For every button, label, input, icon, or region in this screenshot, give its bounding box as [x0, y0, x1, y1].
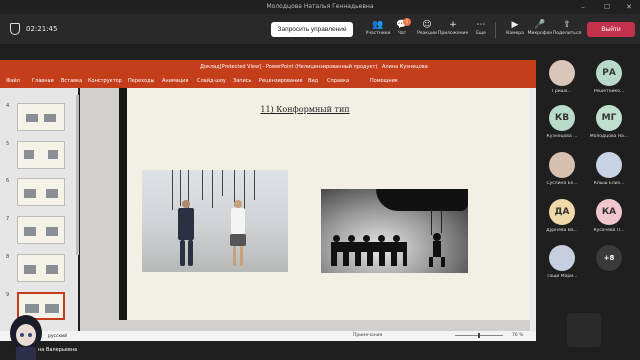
- toolbar-divider: [495, 22, 496, 38]
- window-titlebar: Молодцова Наталья Геннадьевна: [0, 0, 640, 14]
- ribbon-tab[interactable]: Конструктор: [88, 78, 122, 84]
- ribbon-tab[interactable]: Слайд-шоу: [197, 78, 226, 84]
- shield-icon: [10, 23, 20, 35]
- meeting-toolbar: 02:21:45 Запросить управление 👥 Участники…: [0, 14, 640, 44]
- ribbon-tab[interactable]: Рецензирование: [259, 78, 303, 84]
- document-title: Доклад[Protected View] - PowerPoint (Нел…: [200, 64, 378, 70]
- slide-thumbnail[interactable]: [17, 254, 65, 282]
- participant-name: Решетнико...: [593, 89, 625, 94]
- close-icon[interactable]: ✕: [618, 0, 640, 14]
- thumb-number: 4: [6, 103, 10, 109]
- ribbon-tab[interactable]: Главная: [32, 78, 54, 84]
- more-participants-button[interactable]: +8: [596, 245, 622, 271]
- ribbon-tab[interactable]: Помощник: [370, 78, 398, 84]
- microphone-button[interactable]: 🎤 Микрофон: [525, 19, 555, 36]
- participant-name: Тащи Мари...: [546, 274, 578, 279]
- minimize-icon[interactable]: –: [572, 0, 594, 14]
- chat-badge: 1: [403, 18, 411, 26]
- participant-name: Гриша...: [552, 89, 572, 94]
- microphone-icon: 🎤: [534, 20, 546, 30]
- ribbon-tab[interactable]: Справка: [327, 78, 349, 84]
- thumb-number: 6: [6, 178, 10, 184]
- ribbon-tab[interactable]: Переходы: [128, 78, 155, 84]
- powerpoint-titlebar: Доклад[Protected View] - PowerPoint (Нел…: [0, 60, 536, 74]
- slide-thumbnail[interactable]: [17, 178, 65, 206]
- participant-avatar[interactable]: [549, 60, 575, 86]
- maximize-icon[interactable]: ☐: [596, 0, 618, 14]
- meeting-timer: 02:21:45: [26, 25, 58, 33]
- slide-thumbnail[interactable]: [17, 216, 65, 244]
- leave-button[interactable]: Выйти: [587, 22, 635, 37]
- thumb-number: 7: [6, 216, 10, 222]
- more-icon: ⋯: [476, 20, 486, 30]
- more-button[interactable]: ⋯ Еще: [466, 19, 496, 36]
- ribbon-tab[interactable]: Анимация: [162, 78, 188, 84]
- participant-name: Суслина Ек...: [546, 181, 578, 186]
- participant-avatar[interactable]: МГ: [596, 105, 622, 131]
- ribbon-tab[interactable]: Файл: [6, 78, 20, 84]
- ribbon-tab[interactable]: Запись: [233, 78, 251, 84]
- slide-thumbnail[interactable]: [17, 141, 65, 169]
- participant-name: Кусачева П...: [593, 228, 625, 233]
- ribbon-tabs: Файл Главная Вставка Конструктор Переход…: [0, 74, 536, 88]
- participant-avatar[interactable]: КВ: [549, 105, 575, 131]
- self-view-video: [567, 313, 601, 347]
- participant-avatar[interactable]: РА: [596, 60, 622, 86]
- participant-name: Клыш Елиз...: [593, 181, 625, 186]
- participant-avatar[interactable]: ДА: [549, 199, 575, 225]
- zoom-slider-knob[interactable]: [478, 333, 480, 338]
- presenter-strip: [0, 341, 536, 360]
- thumb-number: 8: [6, 254, 10, 260]
- powerpoint-user: Алина Кузнецова: [382, 64, 428, 70]
- zoom-level: 76 %: [512, 333, 524, 338]
- participant-avatar[interactable]: КА: [596, 199, 622, 225]
- slide-title: 11) Конформный тип: [260, 105, 350, 114]
- share-icon: ⇪: [563, 20, 571, 30]
- participant-avatar[interactable]: [596, 152, 622, 178]
- request-control-button[interactable]: Запросить управление: [271, 22, 353, 37]
- participant-name: Молодцова На...: [589, 134, 629, 139]
- ribbon-tab[interactable]: Вид: [308, 78, 318, 84]
- apps-icon: +: [449, 20, 457, 30]
- participant-avatar[interactable]: [549, 152, 575, 178]
- participant-name: Кузнецова ...: [546, 134, 578, 139]
- thumb-number: 5: [6, 141, 10, 147]
- slide-thumbnail[interactable]: [17, 103, 65, 131]
- apps-button[interactable]: + Приложение: [438, 19, 468, 36]
- presenter-name: на Валерьевна: [38, 347, 78, 353]
- window-title: Молодцова Наталья Геннадьевна: [266, 3, 374, 10]
- ribbon-tab[interactable]: Вставка: [61, 78, 82, 84]
- share-button[interactable]: ⇪ Поделиться: [552, 19, 582, 36]
- marionette-people-image: [142, 170, 288, 272]
- slide-accent-bar: [119, 88, 127, 320]
- notes-button[interactable]: Примечания: [353, 333, 382, 338]
- participant-name: Дурнева Ва...: [546, 228, 578, 233]
- powerpoint-statusbar: Примечания 76 %: [0, 331, 536, 341]
- thumb-number: 9: [6, 292, 10, 298]
- puppet-hand-image: [321, 189, 468, 273]
- participant-avatar[interactable]: [549, 245, 575, 271]
- thumbnail-scrollbar[interactable]: [76, 95, 79, 255]
